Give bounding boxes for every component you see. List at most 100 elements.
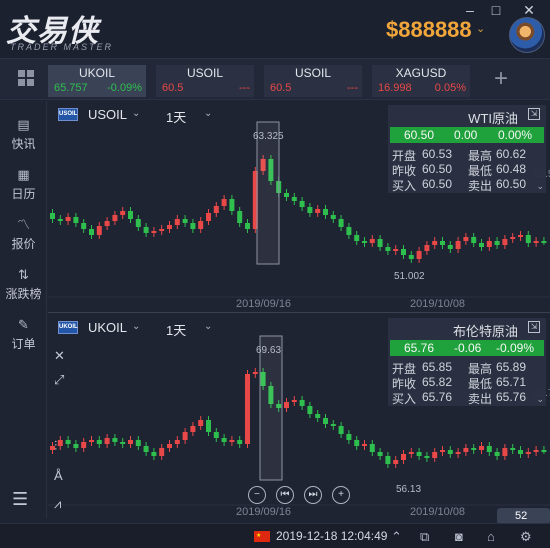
maximize-button[interactable]: □ (488, 2, 504, 18)
menu-icon[interactable]: ☰ (12, 489, 28, 510)
indicator-icon[interactable]: ⫶ (54, 438, 57, 454)
sidebar: ▤ 快讯 ▦ 日历 〽 报价 ⇅ 涨跌榜 ✎ 订单 ☰ (0, 101, 47, 518)
lock-icon[interactable]: ⌂ (487, 529, 495, 544)
candle (362, 444, 367, 446)
candle (455, 452, 461, 454)
close-icon[interactable]: ✕ (54, 348, 65, 364)
candle (432, 452, 438, 458)
candle (151, 452, 157, 456)
period-selector[interactable]: 1天 (166, 320, 186, 339)
candle (57, 440, 63, 446)
quote-bar: UKOIL 65.757 -0.09% USOIL 60.5 --- USOIL… (0, 58, 550, 100)
candle (89, 440, 94, 442)
high-value: 60.62 (496, 147, 527, 161)
candle (307, 406, 313, 414)
sidebar-item-ranking[interactable]: ⇅ 涨跌榜 (0, 263, 47, 311)
candle (104, 438, 110, 444)
candle (330, 215, 336, 219)
prev-close-value: 60.50 (422, 162, 453, 176)
sidebar-item-calendar[interactable]: ▦ 日历 (0, 163, 47, 211)
zoom-in-button[interactable]: + (332, 486, 350, 504)
chevron-down-icon[interactable]: ⌄ (132, 321, 140, 332)
buy-label: 买入 (392, 179, 417, 193)
sidebar-item-news[interactable]: ▤ 快讯 (0, 113, 47, 161)
open-high-row: 开盘 65.85 最高 65.89 (392, 360, 542, 376)
symbol-selector[interactable]: UKOIL (88, 320, 127, 335)
quote-card-usoil[interactable]: USOIL 60.5 --- (156, 65, 254, 97)
gear-icon[interactable]: ⚙ (520, 529, 532, 545)
candle (369, 239, 375, 243)
price-strip: 65.76 -0.06 -0.09% (390, 340, 544, 356)
candle (323, 209, 328, 215)
sidebar-item-orders[interactable]: ✎ 订单 (0, 313, 47, 361)
chevron-down-icon[interactable]: ⌄ (132, 108, 140, 119)
period-selector[interactable]: 1天 (166, 107, 186, 126)
chevron-down-icon[interactable]: ⌄ (204, 108, 212, 119)
quote-info-panel: 布伦特原油 ⇲ 65.76 -0.06 -0.09% 开盘 65.85 最高 6… (388, 318, 546, 406)
camera-icon[interactable]: ◙ (455, 529, 463, 544)
avatar[interactable] (509, 17, 545, 53)
chevron-down-icon[interactable]: ⌄ (204, 321, 212, 332)
news-icon: ▤ (17, 117, 30, 132)
chevron-down-icon[interactable]: ⌄ (536, 181, 544, 192)
zoom-out-button[interactable]: − (248, 486, 266, 504)
candle (198, 420, 204, 426)
candle (330, 424, 336, 426)
candle (120, 442, 126, 444)
candle (510, 448, 516, 450)
candle (471, 448, 477, 450)
sidebar-item-label: 涨跌榜 (5, 287, 42, 301)
candle (213, 206, 219, 213)
quote-price: 65.757 (54, 82, 88, 94)
chevron-down-icon[interactable]: ⌄ (536, 394, 544, 405)
candle (81, 442, 87, 448)
balance-dropdown-icon[interactable]: ⌄ (476, 22, 485, 35)
quote-chart-icon: 〽 (16, 217, 30, 232)
quote-card-ukoil[interactable]: UKOIL 65.757 -0.09% (48, 65, 146, 97)
quote-card-usoil-2[interactable]: USOIL 60.5 --- (264, 65, 362, 97)
candle (221, 199, 227, 206)
previous-button[interactable]: ⏮ (276, 486, 294, 504)
candle (447, 450, 453, 454)
expand-icon[interactable]: ⇲ (528, 321, 540, 333)
account-balance[interactable]: $888888 (386, 17, 472, 43)
candle (533, 241, 539, 243)
candle (525, 452, 531, 454)
candle (89, 229, 94, 235)
grid-icon[interactable] (18, 70, 34, 86)
candle (424, 456, 430, 458)
draw-tool-icon[interactable]: Å (54, 468, 63, 483)
candle (167, 444, 172, 448)
quote-change: --- (347, 82, 358, 94)
sidebar-item-quotes[interactable]: 〽 报价 (0, 213, 47, 261)
candle (182, 432, 188, 440)
add-quote-button[interactable]: + (494, 65, 508, 93)
wave-icon[interactable]: ⩘ (54, 496, 61, 512)
high-value: 65.89 (496, 360, 527, 374)
candle (346, 434, 352, 440)
quote-name: XAGUSD (395, 66, 447, 80)
candle (291, 197, 297, 201)
chart-ukoil[interactable]: 69.6356.132019/09/162019/10/0865.757 UKO… (48, 314, 550, 518)
chart-usoil[interactable]: 63.32551.0022019/09/162019/10/0860.5 USO… (48, 101, 550, 313)
candle (502, 239, 508, 245)
quote-card-xagusd[interactable]: XAGUSD 16.998 0.05% (372, 65, 470, 97)
symbol-selector[interactable]: USOIL (88, 107, 127, 122)
notification-count-badge[interactable]: 52 (497, 508, 550, 524)
date-tick: 2019/10/08 (410, 298, 465, 310)
close-button[interactable]: ✕ (521, 2, 537, 18)
expand-icon[interactable]: ⇲ (528, 108, 540, 120)
candle (502, 448, 508, 456)
next-button[interactable]: ⏭ (304, 486, 322, 504)
candle (159, 448, 165, 456)
minimize-button[interactable]: – (462, 2, 478, 18)
symbol-flag-icon: UKOIL (58, 321, 78, 334)
candle (377, 239, 383, 247)
window-icon[interactable]: ⧉ (420, 529, 429, 545)
candle (104, 221, 110, 226)
candle (455, 241, 461, 249)
fullscreen-icon[interactable]: ⤢ (54, 372, 64, 388)
low-value: 60.48 (496, 162, 527, 176)
quote-name: USOIL (294, 66, 331, 80)
chevron-up-icon[interactable]: ⌃ (391, 529, 402, 545)
